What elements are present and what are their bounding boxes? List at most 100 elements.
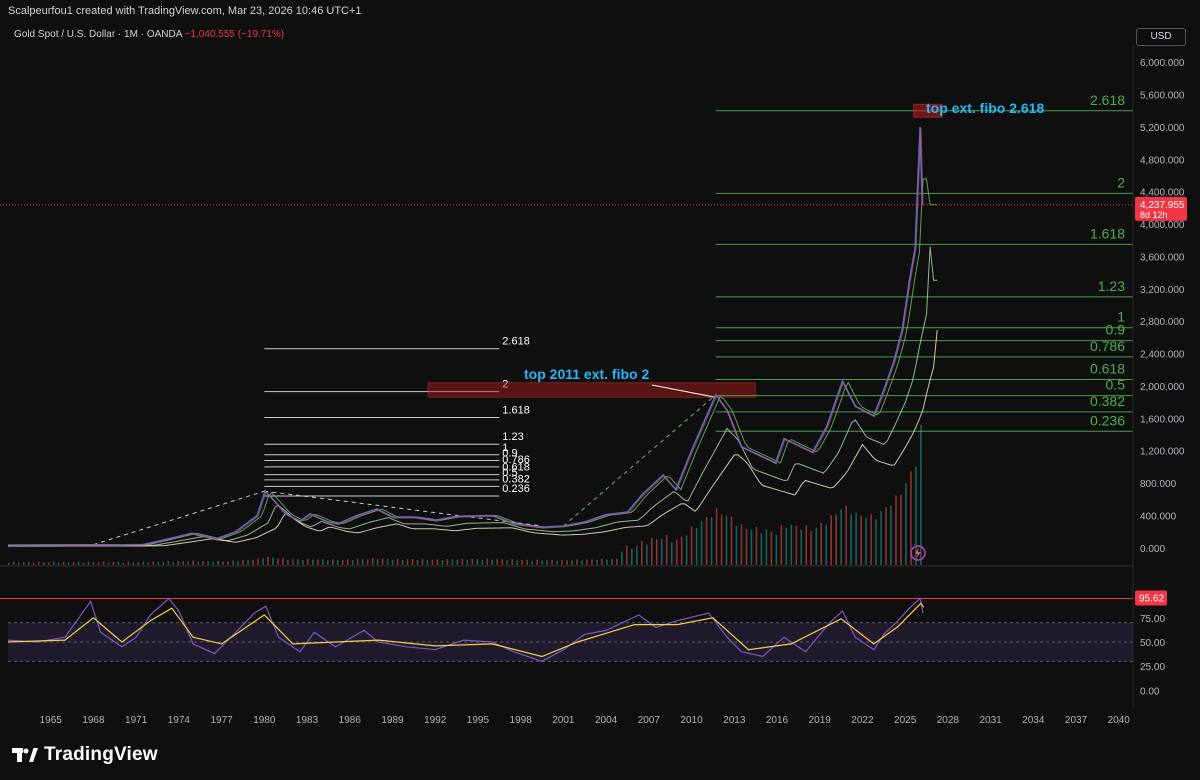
volume-bar: [596, 559, 598, 565]
volume-bar: [202, 561, 204, 565]
volume-bar: [720, 514, 723, 565]
volume-bar: [312, 559, 314, 565]
volume-bar: [825, 524, 828, 565]
volume-bar: [616, 558, 618, 565]
volume-bar: [297, 559, 299, 565]
time-axis-label: 2007: [638, 715, 661, 726]
volume-bar: [317, 559, 319, 565]
time-axis-label: 2040: [1108, 715, 1131, 726]
price-axis-label: 800.000: [1140, 479, 1177, 490]
time-axis-label: 2025: [894, 715, 917, 726]
volume-bar: [112, 562, 115, 565]
annotation-2011-text: top 2011 ext. fibo 2: [524, 366, 649, 382]
volume-bar: [356, 558, 359, 565]
price-axis-label: 5,600.000: [1140, 91, 1185, 102]
volume-bar: [511, 559, 514, 565]
volume-bar: [645, 544, 648, 565]
volume-bar: [670, 542, 673, 565]
annotation-current-text: top ext. fibo 2.618: [926, 100, 1044, 116]
time-axis-label: 1995: [467, 715, 490, 726]
price-series: [0, 126, 1133, 547]
volume-bar: [411, 559, 414, 565]
volume-bar: [820, 522, 823, 565]
volume-bar: [446, 558, 449, 565]
moving-average-line: [8, 329, 938, 547]
volume-bar: [252, 559, 254, 565]
volume-bar: [571, 560, 573, 565]
volume-bar: [650, 538, 653, 565]
volume-bar: [127, 561, 130, 565]
time-axis-label: 2022: [851, 715, 874, 726]
volume-bar: [735, 525, 738, 565]
volume-bar: [17, 562, 20, 565]
volume-bar: [795, 525, 798, 565]
volume-bar: [436, 559, 439, 565]
volume-bar: [421, 558, 424, 565]
rsi-axis-label: 75.00: [1140, 614, 1165, 625]
price-axis-label: 2,000.000: [1140, 382, 1185, 393]
price-axis-label: 2,400.000: [1140, 350, 1185, 361]
volume-bar: [336, 560, 339, 565]
volume-bar: [287, 559, 289, 565]
volume-bar: [431, 559, 434, 565]
volume-bar: [197, 561, 199, 565]
volume-bar: [272, 557, 274, 565]
price-axis-label: 6,000.000: [1140, 58, 1185, 69]
volume-bar: [72, 562, 75, 565]
price-axis[interactable]: 0.000 400.000 800.000 1,200.000 1,600.000 2,0…: [1135, 58, 1187, 555]
time-axis-label: 1992: [424, 715, 447, 726]
volume-bar: [770, 531, 773, 565]
time-axis-label: 2019: [809, 715, 832, 726]
volume-bar: [152, 561, 155, 565]
volume-bar: [117, 561, 120, 565]
volume-bar: [37, 561, 40, 565]
price-axis-label: 3,200.000: [1140, 285, 1185, 296]
volume-bar: [685, 535, 688, 565]
volume-bar: [87, 561, 90, 565]
volume-bar: [486, 558, 489, 565]
price-axis-label: 0.000: [1140, 544, 1165, 555]
volume-bar: [62, 561, 65, 565]
volume-bar: [177, 560, 180, 565]
volume-bar: [391, 559, 394, 565]
volume-bar: [740, 524, 743, 565]
volume-bar: [212, 561, 214, 565]
volume-bar: [247, 560, 249, 565]
volume-bar: [755, 526, 758, 565]
tradingview-brand[interactable]: TradingView: [12, 744, 158, 766]
volume-bar: [307, 558, 309, 565]
time-axis-label: 1983: [296, 715, 319, 726]
time-axis-label: 1989: [381, 715, 404, 726]
volume-bar: [815, 527, 818, 565]
volume-bar: [606, 559, 608, 565]
price-axis-label: 4,800.000: [1140, 155, 1185, 166]
volume-bar: [292, 559, 294, 565]
volume-bar: [331, 559, 334, 565]
volume-bar: [516, 560, 518, 565]
volume-bar: [915, 466, 917, 565]
price-chart[interactable]: 2.61821.6181.2310.90.7860.6180.50.3820.2…: [0, 0, 1200, 780]
fibo-2011-label: 0.5: [1106, 377, 1126, 393]
volume-bar: [157, 561, 160, 565]
volume-bar: [22, 562, 25, 565]
volume-bar: [710, 517, 713, 565]
volume-bar: [531, 560, 533, 565]
time-axis-label: 2016: [766, 715, 789, 726]
volume-bar: [680, 536, 683, 565]
volume-bar: [860, 515, 862, 565]
volume-bar: [262, 558, 264, 565]
volume-bar: [566, 560, 568, 565]
volume-bar: [730, 516, 733, 565]
volume-bar: [636, 545, 638, 565]
price-axis-label: 2,800.000: [1140, 317, 1185, 328]
volume-bar: [591, 559, 593, 565]
time-axis[interactable]: 1965 1968 1971 1974 1977 1980 1983 1986 1989 1992…: [40, 715, 1131, 726]
volume-bar: [361, 559, 364, 565]
price-axis-label: 3,600.000: [1140, 252, 1185, 263]
volume-bar: [57, 562, 60, 565]
volume-bar: [496, 559, 499, 565]
volume-bar: [546, 560, 548, 565]
rsi-axis-label: 50.00: [1140, 638, 1165, 649]
volume-bar: [780, 525, 783, 565]
fibo-1980-label: 0.236: [502, 483, 530, 495]
